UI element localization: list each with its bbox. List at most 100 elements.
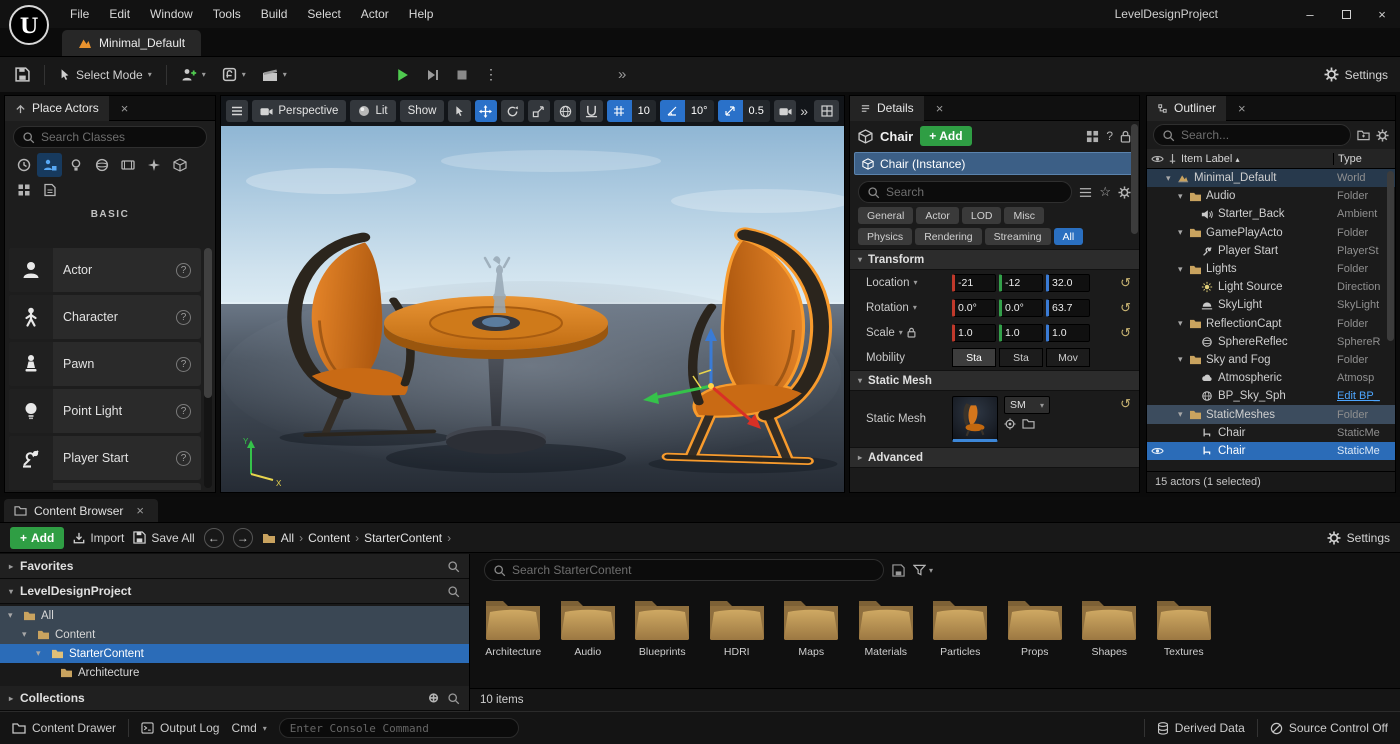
content-browser-tab[interactable]: Content Browser × — [4, 499, 158, 522]
menu-file[interactable]: File — [60, 2, 99, 26]
breadcrumb-startercontent[interactable]: StarterContent — [364, 531, 442, 545]
folder-tile-maps[interactable]: Maps — [774, 590, 849, 658]
list-item-partial[interactable] — [9, 483, 201, 490]
menu-select[interactable]: Select — [297, 2, 350, 26]
tree-item-startercontent[interactable]: ▾StarterContent — [0, 644, 469, 663]
maximize-viewport-button[interactable] — [814, 100, 839, 122]
reset-static-mesh-icon[interactable]: ↺ — [1120, 396, 1131, 412]
gear-icon[interactable] — [1118, 186, 1131, 199]
viewport-overflow-chevron[interactable]: » — [800, 103, 808, 119]
add-collection-icon[interactable]: ⊕ — [428, 690, 439, 706]
category-basic-icon[interactable] — [37, 153, 62, 177]
outliner-row[interactable]: ▾Minimal_DefaultWorld — [1147, 169, 1395, 187]
asset-search-input[interactable] — [512, 563, 875, 577]
level-tab[interactable]: Minimal_Default — [62, 30, 201, 56]
favorites-section[interactable]: ▸Favorites — [0, 554, 469, 579]
output-log-button[interactable]: Output Log — [141, 721, 219, 735]
list-item-character[interactable]: Character ? — [9, 295, 201, 339]
edit-blueprint-link[interactable]: Edit BP_ — [1333, 390, 1395, 402]
menu-build[interactable]: Build — [251, 2, 298, 26]
source-control-button[interactable]: Source Control Off — [1270, 721, 1388, 735]
search-classes-input[interactable] — [41, 130, 198, 144]
outliner-row[interactable]: ▾AudioFolder — [1147, 187, 1395, 205]
filter-physics[interactable]: Physics — [858, 228, 912, 245]
back-button[interactable]: ← — [204, 528, 224, 548]
search-icon[interactable] — [447, 692, 460, 705]
search-icon[interactable] — [447, 560, 460, 573]
select-mode-dropdown[interactable]: Select Mode ▾ — [52, 62, 159, 88]
outliner-row-selected[interactable]: ChairStaticMe — [1147, 442, 1395, 460]
folder-tile-particles[interactable]: Particles — [923, 590, 998, 658]
close-icon[interactable]: × — [132, 503, 148, 518]
use-asset-icon[interactable] — [1004, 418, 1016, 430]
outliner-scrollbar[interactable] — [1387, 171, 1394, 341]
filter-streaming[interactable]: Streaming — [985, 228, 1051, 245]
play-options-kebab[interactable]: ⋮ — [477, 62, 505, 88]
grid-snap-control[interactable]: 10 — [607, 100, 656, 122]
menu-actor[interactable]: Actor — [351, 2, 399, 26]
help-badge[interactable]: ? — [176, 263, 191, 278]
location-x-field[interactable]: -21 — [952, 274, 996, 292]
mobility-movable-button[interactable]: Mov — [1046, 348, 1090, 367]
lock-icon[interactable] — [907, 327, 916, 338]
outliner-row[interactable]: ▾LightsFolder — [1147, 260, 1395, 278]
static-mesh-dropdown[interactable]: SM▾ — [1004, 396, 1050, 414]
close-button[interactable]: × — [1364, 0, 1400, 28]
reset-rotation-icon[interactable]: ↺ — [1120, 300, 1131, 316]
content-browser-settings-button[interactable]: Settings — [1327, 531, 1390, 545]
new-folder-icon[interactable] — [1357, 129, 1370, 141]
place-actors-scrollbar[interactable] — [204, 248, 212, 488]
select-tool-button[interactable] — [448, 100, 470, 122]
project-section[interactable]: ▾LevelDesignProject — [0, 579, 469, 604]
close-icon[interactable]: × — [117, 101, 133, 116]
save-search-icon[interactable] — [892, 564, 905, 577]
console-command[interactable] — [279, 718, 519, 738]
camera-speed-button[interactable] — [774, 100, 796, 122]
surface-snap-toggle[interactable] — [580, 100, 602, 122]
add-actor-dropdown[interactable]: ▾ — [174, 62, 213, 88]
rotate-tool-button[interactable] — [501, 100, 523, 122]
derived-data-button[interactable]: Derived Data — [1157, 721, 1245, 735]
skip-button[interactable] — [419, 62, 447, 88]
cmd-dropdown[interactable]: Cmd▾ — [231, 721, 266, 735]
lock-icon[interactable] — [1120, 130, 1131, 143]
category-lights-icon[interactable] — [63, 153, 88, 177]
lit-dropdown[interactable]: Lit — [350, 100, 395, 122]
help-badge[interactable]: ? — [176, 357, 191, 372]
menu-edit[interactable]: Edit — [99, 2, 140, 26]
list-item-pawn[interactable]: Pawn ? — [9, 342, 201, 386]
details-scrollbar[interactable] — [1131, 124, 1138, 234]
tree-item-architecture[interactable]: Architecture — [0, 663, 469, 682]
search-icon[interactable] — [447, 585, 460, 598]
show-dropdown[interactable]: Show — [400, 100, 445, 122]
outliner-row[interactable]: Player StartPlayerSt — [1147, 242, 1395, 260]
help-badge[interactable]: ? — [176, 404, 191, 419]
details-search-input[interactable] — [886, 185, 1063, 199]
location-dropdown[interactable]: Location▾ — [866, 277, 952, 289]
minimize-button[interactable]: – — [1292, 0, 1328, 28]
outliner-column-header[interactable]: Item Label ▴ Type — [1147, 149, 1395, 169]
outliner-row[interactable]: ChairStaticMe — [1147, 424, 1395, 442]
tree-item-all[interactable]: ▾All — [0, 606, 469, 625]
outliner-row[interactable]: SkyLightSkyLight — [1147, 296, 1395, 314]
place-actors-tab[interactable]: Place Actors — [5, 96, 109, 121]
rotation-x-field[interactable]: 0.0° — [952, 299, 996, 317]
blueprints-dropdown[interactable]: ▾ — [215, 62, 253, 88]
content-drawer-button[interactable]: Content Drawer — [12, 721, 116, 735]
mobility-static-button[interactable]: Sta — [952, 348, 996, 367]
browse-folder-icon[interactable] — [1022, 418, 1035, 429]
close-icon[interactable]: × — [1234, 101, 1250, 116]
maximize-button[interactable] — [1328, 0, 1364, 28]
outliner-row[interactable]: ▾Sky and FogFolder — [1147, 351, 1395, 369]
menu-help[interactable]: Help — [399, 2, 444, 26]
gear-icon[interactable] — [1376, 129, 1389, 142]
category-cinematic-icon[interactable] — [115, 153, 140, 177]
transform-section-header[interactable]: ▾Transform — [850, 249, 1139, 270]
filter-dropdown[interactable]: ▾ — [913, 564, 933, 576]
outliner-search-input[interactable] — [1181, 128, 1342, 142]
rotation-y-field[interactable]: 0.0° — [999, 299, 1043, 317]
filter-all[interactable]: All — [1054, 228, 1084, 245]
list-item-actor[interactable]: Actor ? — [9, 248, 201, 292]
folder-tile-textures[interactable]: Textures — [1147, 590, 1222, 658]
toolbar-overflow-chevron[interactable]: » — [618, 66, 626, 83]
